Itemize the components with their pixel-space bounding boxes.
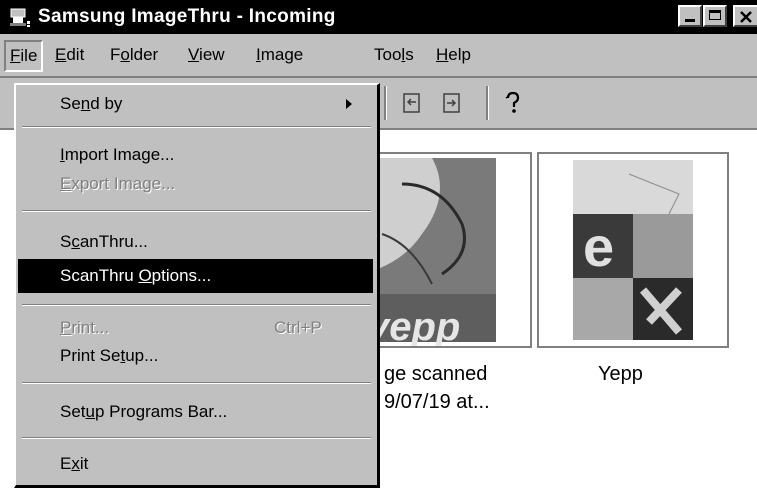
menu-separator (22, 382, 371, 384)
menu-item-print-setup[interactable]: Print Setup... (18, 341, 373, 371)
menu-item-scanthru-options[interactable]: ScanThru Options... (18, 259, 373, 293)
toolbar-separator (384, 86, 387, 120)
app-window: Samsung ImageThru - Incoming File Edit F… (0, 0, 757, 490)
submenu-arrow-icon (346, 99, 352, 109)
thumbnail-caption-date: 9/07/19 at... (384, 391, 490, 413)
close-button[interactable] (733, 5, 757, 27)
menu-item-exit[interactable]: Exit (18, 449, 373, 479)
window-title: Samsung ImageThru - Incoming (38, 6, 336, 27)
thumbnail-caption: Yepp (598, 363, 643, 385)
menu-separator (22, 126, 371, 128)
minimize-icon (685, 19, 695, 22)
menu-edit[interactable]: Edit (55, 43, 84, 67)
scanner-app-icon (10, 8, 30, 27)
thumbnail-caption: ge scanned (384, 363, 488, 385)
menu-shortcut: Ctrl+P (274, 318, 322, 337)
menu-folder[interactable]: Folder (110, 43, 158, 67)
menu-separator (22, 304, 371, 306)
title-bar[interactable]: Samsung ImageThru - Incoming (0, 0, 757, 34)
menu-item-export-image: Export Image... (60, 174, 176, 193)
scanned-image-2: e (539, 154, 727, 346)
thumbnail-image-text: e (583, 215, 614, 278)
move-to-icon[interactable] (438, 90, 466, 116)
file-menu-dropdown: Send by Import Image... Export Image... … (14, 83, 380, 488)
menu-item-setup-programs-bar[interactable]: Setup Programs Bar... (18, 397, 373, 427)
minimize-button[interactable] (678, 5, 702, 27)
menu-item-scanthru[interactable]: ScanThru... (18, 227, 373, 257)
copy-to-icon[interactable] (398, 90, 426, 116)
toolbar-separator (486, 86, 489, 120)
maximize-button[interactable] (703, 5, 727, 27)
menu-separator (22, 210, 371, 212)
menu-item-send-by[interactable]: Send by (18, 89, 373, 119)
menu-tools[interactable]: Tools (374, 43, 414, 67)
close-icon (740, 11, 752, 23)
maximize-icon (709, 10, 721, 20)
menu-help[interactable]: Help (436, 43, 471, 67)
menu-file[interactable]: File (4, 40, 44, 72)
menu-image[interactable]: Image (256, 43, 303, 67)
menu-item-print: Print... Ctrl+P (18, 313, 373, 343)
menu-bar: File Edit Folder View Image Tools Help (0, 34, 757, 76)
menu-separator (22, 437, 371, 439)
thumbnail-image[interactable]: e (537, 152, 729, 348)
menu-item-import-image[interactable]: Import Image... (18, 140, 373, 170)
menu-view[interactable]: View (188, 43, 225, 67)
help-icon[interactable] (500, 90, 528, 116)
